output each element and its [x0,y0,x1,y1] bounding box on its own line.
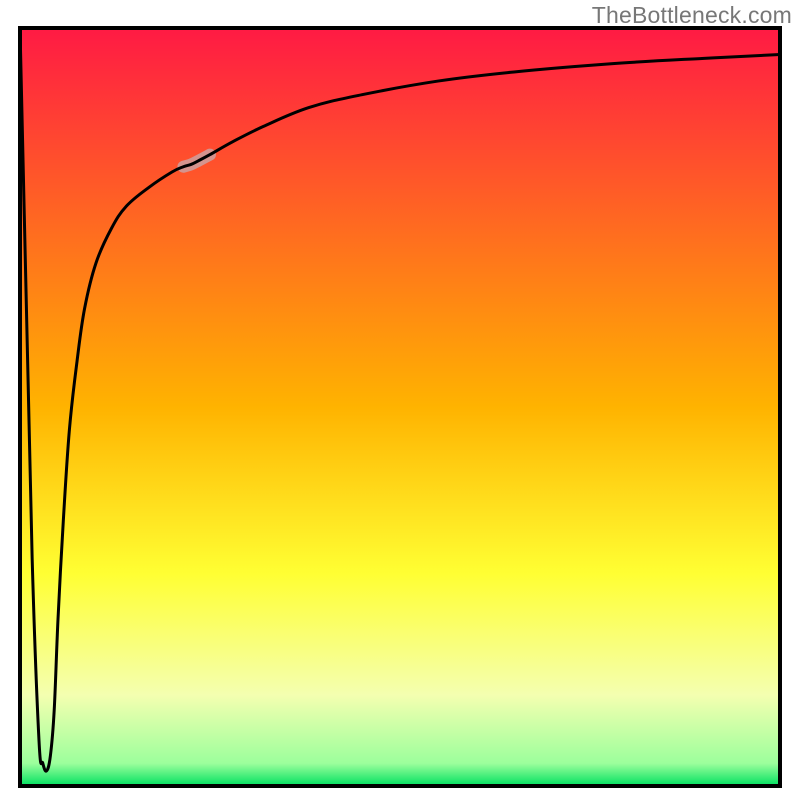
watermark-text: TheBottleneck.com [592,2,792,29]
chart-container: TheBottleneck.com [0,0,800,800]
plot-background [20,28,780,786]
bottleneck-chart [0,0,800,800]
